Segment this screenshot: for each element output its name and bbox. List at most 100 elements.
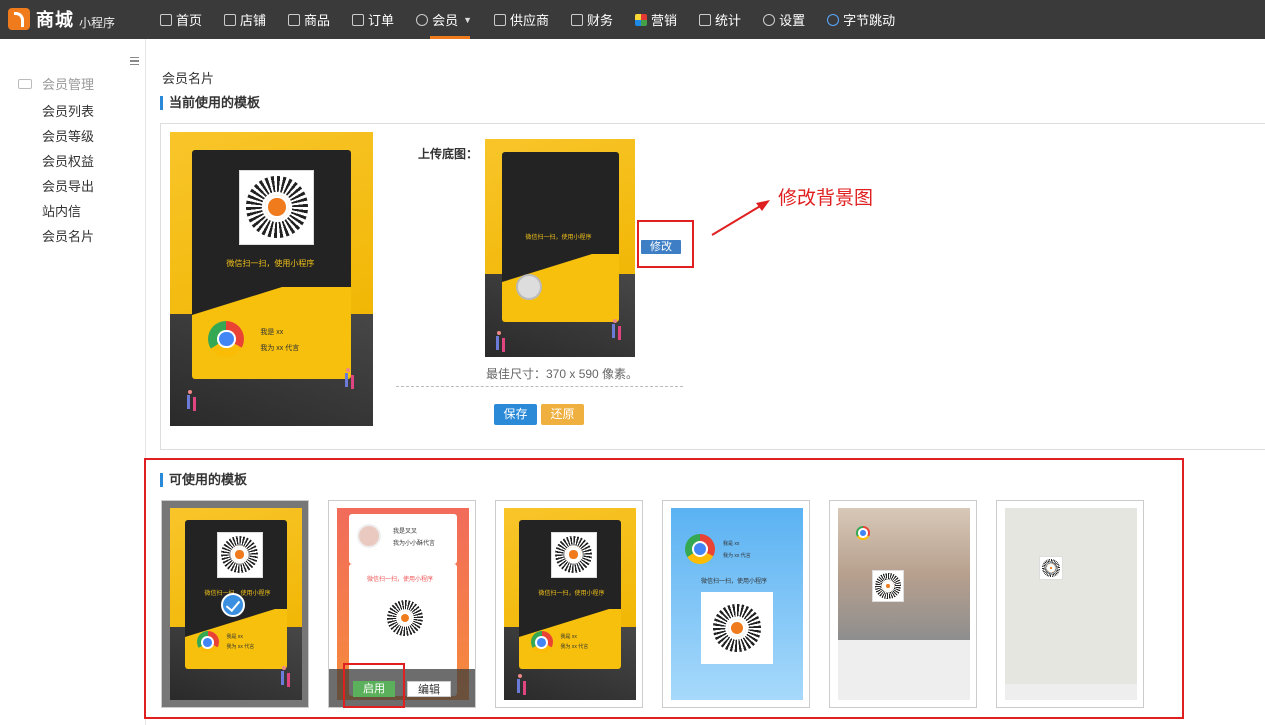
qr-code-icon <box>239 169 315 245</box>
logo[interactable]: 商城 小程序 <box>8 7 115 31</box>
template-5[interactable] <box>829 500 977 708</box>
template-2-agent: 我为小小酥代言 <box>393 541 436 547</box>
chevron-down-icon: ▼ <box>463 14 472 25</box>
logo-icon <box>8 8 30 30</box>
nav-supplier[interactable]: 供应商 <box>494 0 549 39</box>
template-4-agent: 我为 xx 代言 <box>723 553 751 559</box>
edit-button[interactable]: 编辑 <box>407 681 451 697</box>
template-3-name: 我是 xx <box>560 634 577 641</box>
template-2-scan-text: 微信扫一扫，使用小程序 <box>367 577 434 583</box>
order-icon <box>352 13 365 26</box>
avatar <box>530 631 553 654</box>
qr-code-icon <box>550 531 597 578</box>
nav-home[interactable]: 首页 <box>160 0 202 39</box>
bg-scan-text: 微信扫一扫，使用小程序 <box>525 235 592 242</box>
avatar-placeholder <box>515 274 542 301</box>
bytedance-icon <box>827 13 840 26</box>
avatar <box>856 526 870 540</box>
template-6[interactable] <box>996 500 1144 708</box>
template-4[interactable]: 我是 xx 我为 xx 代言 微信扫一扫，使用小程序 <box>662 500 810 708</box>
qr-code-icon <box>709 600 765 656</box>
sidebar: 会员管理 会员列表 会员等级 会员权益 会员导出 站内信 会员名片 <box>0 39 146 725</box>
photo-background <box>1005 508 1137 684</box>
current-poster-preview: 微信扫一扫，使用小程序 我是 xx 我为 xx 代言 <box>170 132 373 426</box>
upload-label: 上传底图： <box>418 147 479 161</box>
people-illustration-icon <box>611 319 625 341</box>
nav-bytedance[interactable]: 字节跳动 <box>827 0 895 39</box>
divider <box>396 386 683 387</box>
people-illustration-icon <box>186 390 200 412</box>
qr-code-icon <box>383 596 427 640</box>
user-icon <box>416 13 429 26</box>
nav-goods[interactable]: 商品 <box>288 0 330 39</box>
nav-orders[interactable]: 订单 <box>352 0 394 39</box>
sidebar-item-messages[interactable]: 站内信 <box>42 199 94 224</box>
nav-finance[interactable]: 财务 <box>571 0 613 39</box>
sidebar-item-member-level[interactable]: 会员等级 <box>42 124 94 149</box>
qr-code-icon <box>872 570 904 602</box>
available-template-title: 可使用的模板 <box>160 473 247 487</box>
annotation-text: 修改背景图 <box>778 188 874 209</box>
poster-agent: 我为 xx 代言 <box>260 345 300 353</box>
nav-settings[interactable]: 设置 <box>763 0 805 39</box>
template-1-name: 我是 xx <box>226 634 243 641</box>
home-icon <box>224 13 237 26</box>
tag-icon <box>288 13 301 26</box>
main-content: 会员名片 当前使用的模板 微信扫一扫，使用小程序 我是 xx 我为 xx 代言 … <box>144 39 1265 725</box>
box-icon <box>494 13 506 26</box>
template-4-name: 我是 xx <box>723 541 740 547</box>
palette-icon <box>160 13 172 26</box>
reset-button[interactable]: 还原 <box>541 404 584 425</box>
logo-brand: 商城 <box>36 10 74 30</box>
avatar <box>685 534 715 564</box>
template-4-scan-text: 微信扫一扫，使用小程序 <box>701 579 768 585</box>
photo-background <box>838 508 970 640</box>
save-button[interactable]: 保存 <box>494 404 537 425</box>
people-illustration-icon <box>516 674 530 696</box>
sidebar-item-member-card[interactable]: 会员名片 <box>42 224 94 249</box>
selected-check-icon <box>221 593 245 617</box>
template-2-name: 我是叉叉 <box>393 529 418 535</box>
avatar <box>196 631 219 654</box>
gear-icon <box>763 13 776 26</box>
nav-stats[interactable]: 统计 <box>699 0 741 39</box>
sidebar-item-member-list[interactable]: 会员列表 <box>42 99 94 124</box>
current-template-title: 当前使用的模板 <box>160 96 260 110</box>
template-1[interactable]: 微信扫一扫，使用小程序 我是 xx 我为 xx 代言 <box>161 500 309 708</box>
scan-text: 微信扫一扫，使用小程序 <box>226 258 315 268</box>
nav-members[interactable]: 会员 ▼ <box>416 0 472 39</box>
size-hint: 最佳尺寸：370 x 590 像素。 <box>486 367 639 381</box>
people-illustration-icon <box>344 368 358 390</box>
enable-highlight-box <box>343 663 405 708</box>
top-nav-bar: 商城 小程序 首页 店铺 商品 订单 会员 ▼ 供应商 财务 营销 统计 设置 字… <box>0 0 1265 39</box>
chart-icon <box>699 13 712 26</box>
avatar <box>357 524 381 548</box>
background-preview[interactable]: 微信扫一扫，使用小程序 <box>485 139 635 357</box>
modify-highlight-box <box>637 220 694 268</box>
arrow-icon <box>711 200 770 236</box>
people-illustration-icon <box>495 331 509 353</box>
template-3[interactable]: 微信扫一扫，使用小程序 我是 xx 我为 xx 代言 <box>495 500 643 708</box>
avatar <box>208 321 245 358</box>
page-title: 会员名片 <box>162 71 215 86</box>
main-nav: 首页 店铺 商品 订单 会员 ▼ 供应商 财务 营销 统计 设置 字节跳动 <box>160 0 917 39</box>
people-illustration-icon <box>280 666 294 688</box>
sidebar-heading: 会员管理 <box>18 74 94 93</box>
member-card-icon <box>18 78 32 89</box>
qr-code-icon <box>1039 556 1063 580</box>
current-template-panel: 微信扫一扫，使用小程序 我是 xx 我为 xx 代言 上传底图： 微信扫一扫，使… <box>160 123 1265 450</box>
nav-store[interactable]: 店铺 <box>224 0 266 39</box>
poster-name: 我是 xx <box>260 329 284 337</box>
marketing-icon <box>635 13 648 26</box>
template-3-scan-text: 微信扫一扫，使用小程序 <box>538 590 605 597</box>
sidebar-items: 会员列表 会员等级 会员权益 会员导出 站内信 会员名片 <box>42 99 94 249</box>
sidebar-item-member-export[interactable]: 会员导出 <box>42 174 94 199</box>
template-3-agent: 我为 xx 代言 <box>560 644 589 651</box>
finance-icon <box>571 13 584 26</box>
template-1-agent: 我为 xx 代言 <box>226 644 255 651</box>
nav-marketing[interactable]: 营销 <box>635 0 677 39</box>
sidebar-item-member-rights[interactable]: 会员权益 <box>42 149 94 174</box>
qr-code-icon <box>216 531 263 578</box>
menu-toggle-icon[interactable] <box>130 57 139 65</box>
logo-sub: 小程序 <box>79 15 116 30</box>
